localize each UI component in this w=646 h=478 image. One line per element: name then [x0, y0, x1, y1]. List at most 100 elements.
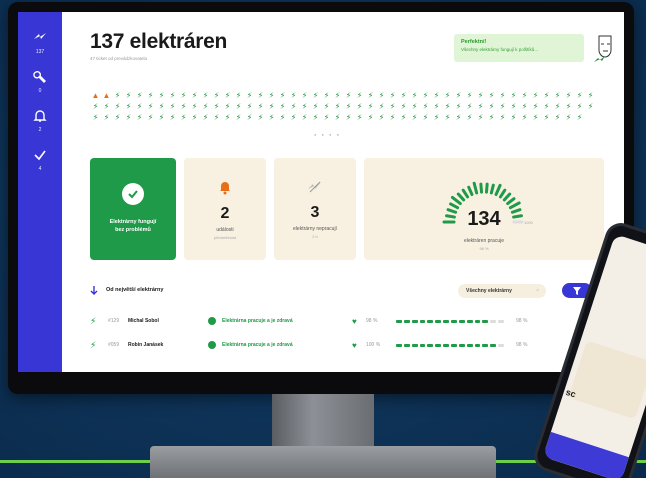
- plant-ok-icon[interactable]: ⚡: [321, 114, 332, 122]
- plant-ok-icon[interactable]: ⚡: [453, 103, 464, 111]
- plant-ok-icon[interactable]: ⚡: [299, 103, 310, 111]
- plant-ok-icon[interactable]: ⚡: [530, 92, 541, 100]
- plant-ok-icon[interactable]: ⚡: [112, 114, 123, 122]
- sidebar-item-events[interactable]: 2: [32, 108, 48, 133]
- plant-ok-icon[interactable]: ⚡: [508, 114, 519, 122]
- card-running[interactable]: 134 1000 elektráren pracuje 98 %: [364, 158, 604, 260]
- plant-ok-icon[interactable]: ⚡: [508, 92, 519, 100]
- plant-ok-icon[interactable]: ⚡: [464, 103, 475, 111]
- plant-ok-icon[interactable]: ⚡: [365, 103, 376, 111]
- plant-ok-icon[interactable]: ⚡: [101, 103, 112, 111]
- plant-ok-icon[interactable]: ⚡: [112, 92, 123, 100]
- plant-ok-icon[interactable]: ⚡: [189, 103, 200, 111]
- plant-ok-icon[interactable]: ⚡: [90, 103, 101, 111]
- plant-ok-icon[interactable]: ⚡: [112, 103, 123, 111]
- plant-ok-icon[interactable]: ⚡: [200, 114, 211, 122]
- plant-ok-icon[interactable]: ⚡: [442, 92, 453, 100]
- plant-ok-icon[interactable]: ⚡: [552, 92, 563, 100]
- card-events[interactable]: 2 události předmětnost: [184, 158, 266, 260]
- plant-ok-icon[interactable]: ⚡: [266, 92, 277, 100]
- sidebar-item-plants[interactable]: 137: [32, 30, 48, 55]
- plant-ok-icon[interactable]: ⚡: [288, 114, 299, 122]
- plant-ok-icon[interactable]: ⚡: [189, 114, 200, 122]
- plant-warning-icon[interactable]: ▲: [101, 92, 112, 100]
- plant-ok-icon[interactable]: ⚡: [530, 103, 541, 111]
- plant-ok-icon[interactable]: ⚡: [475, 92, 486, 100]
- plant-ok-icon[interactable]: ⚡: [387, 103, 398, 111]
- plant-ok-icon[interactable]: ⚡: [288, 103, 299, 111]
- plant-ok-icon[interactable]: ⚡: [453, 92, 464, 100]
- avatar[interactable]: [592, 32, 618, 64]
- plant-ok-icon[interactable]: ⚡: [541, 114, 552, 122]
- plant-ok-icon[interactable]: ⚡: [310, 114, 321, 122]
- plant-ok-icon[interactable]: ⚡: [442, 103, 453, 111]
- plant-ok-icon[interactable]: ⚡: [211, 114, 222, 122]
- plant-ok-icon[interactable]: ⚡: [343, 92, 354, 100]
- plant-ok-icon[interactable]: ⚡: [376, 114, 387, 122]
- plant-ok-icon[interactable]: ⚡: [431, 92, 442, 100]
- arrow-down-icon[interactable]: [90, 285, 98, 295]
- plant-ok-icon[interactable]: ⚡: [563, 114, 574, 122]
- plant-ok-icon[interactable]: ⚡: [354, 114, 365, 122]
- plant-ok-icon[interactable]: ⚡: [420, 103, 431, 111]
- plant-ok-icon[interactable]: ⚡: [299, 114, 310, 122]
- plant-ok-icon[interactable]: ⚡: [574, 114, 585, 122]
- plant-ok-icon[interactable]: ⚡: [574, 92, 585, 100]
- card-all-ok[interactable]: Elektrárny fungují bez problémů: [90, 158, 176, 260]
- plant-ok-icon[interactable]: ⚡: [310, 92, 321, 100]
- plant-ok-icon[interactable]: ⚡: [585, 103, 596, 111]
- plant-ok-icon[interactable]: ⚡: [178, 114, 189, 122]
- plant-ok-icon[interactable]: ⚡: [431, 103, 442, 111]
- plant-ok-icon[interactable]: ⚡: [167, 92, 178, 100]
- plant-ok-icon[interactable]: ⚡: [123, 92, 134, 100]
- plant-ok-icon[interactable]: ⚡: [266, 114, 277, 122]
- table-row[interactable]: ⚡ #059 Robin Janásek Elektrárna pracuje …: [90, 336, 610, 354]
- sort-label[interactable]: Od největší elektrárny: [106, 287, 163, 293]
- plant-ok-icon[interactable]: ⚡: [123, 114, 134, 122]
- plant-ok-icon[interactable]: ⚡: [563, 92, 574, 100]
- plant-ok-icon[interactable]: ⚡: [486, 114, 497, 122]
- plant-ok-icon[interactable]: ⚡: [442, 114, 453, 122]
- plant-ok-icon[interactable]: ⚡: [398, 103, 409, 111]
- plant-ok-icon[interactable]: ⚡: [552, 114, 563, 122]
- plant-ok-icon[interactable]: ⚡: [343, 103, 354, 111]
- plant-ok-icon[interactable]: ⚡: [530, 114, 541, 122]
- plant-ok-icon[interactable]: ⚡: [255, 103, 266, 111]
- plant-warning-icon[interactable]: ▲: [90, 92, 101, 100]
- plant-ok-icon[interactable]: ⚡: [277, 114, 288, 122]
- plant-ok-icon[interactable]: ⚡: [222, 114, 233, 122]
- plant-ok-icon[interactable]: ⚡: [376, 103, 387, 111]
- plant-ok-icon[interactable]: ⚡: [211, 103, 222, 111]
- filter-clear-icon[interactable]: ×: [536, 288, 539, 294]
- plant-ok-icon[interactable]: ⚡: [178, 103, 189, 111]
- plant-ok-icon[interactable]: ⚡: [387, 114, 398, 122]
- plant-ok-icon[interactable]: ⚡: [354, 103, 365, 111]
- plant-ok-icon[interactable]: ⚡: [222, 92, 233, 100]
- plant-ok-icon[interactable]: ⚡: [409, 92, 420, 100]
- plant-ok-icon[interactable]: ⚡: [288, 92, 299, 100]
- plant-ok-icon[interactable]: ⚡: [244, 103, 255, 111]
- plant-ok-icon[interactable]: ⚡: [222, 103, 233, 111]
- plant-ok-icon[interactable]: ⚡: [332, 92, 343, 100]
- plant-ok-icon[interactable]: ⚡: [266, 103, 277, 111]
- plant-ok-icon[interactable]: ⚡: [486, 92, 497, 100]
- plant-ok-icon[interactable]: ⚡: [101, 114, 112, 122]
- plant-ok-icon[interactable]: ⚡: [200, 103, 211, 111]
- plant-ok-icon[interactable]: ⚡: [332, 103, 343, 111]
- plant-ok-icon[interactable]: ⚡: [519, 114, 530, 122]
- plant-ok-icon[interactable]: ⚡: [299, 92, 310, 100]
- plant-ok-icon[interactable]: ⚡: [475, 114, 486, 122]
- plant-ok-icon[interactable]: ⚡: [420, 92, 431, 100]
- plant-ok-icon[interactable]: ⚡: [332, 114, 343, 122]
- plant-ok-icon[interactable]: ⚡: [464, 92, 475, 100]
- plant-ok-icon[interactable]: ⚡: [387, 92, 398, 100]
- plant-ok-icon[interactable]: ⚡: [233, 92, 244, 100]
- plant-ok-icon[interactable]: ⚡: [321, 92, 332, 100]
- plant-ok-icon[interactable]: ⚡: [145, 114, 156, 122]
- status-toast[interactable]: Perfektní! Všechny elektrárny fungují k …: [454, 34, 584, 62]
- plant-ok-icon[interactable]: ⚡: [167, 103, 178, 111]
- plant-ok-icon[interactable]: ⚡: [409, 114, 420, 122]
- plant-ok-icon[interactable]: ⚡: [156, 103, 167, 111]
- plant-ok-icon[interactable]: ⚡: [156, 114, 167, 122]
- plant-ok-icon[interactable]: ⚡: [255, 114, 266, 122]
